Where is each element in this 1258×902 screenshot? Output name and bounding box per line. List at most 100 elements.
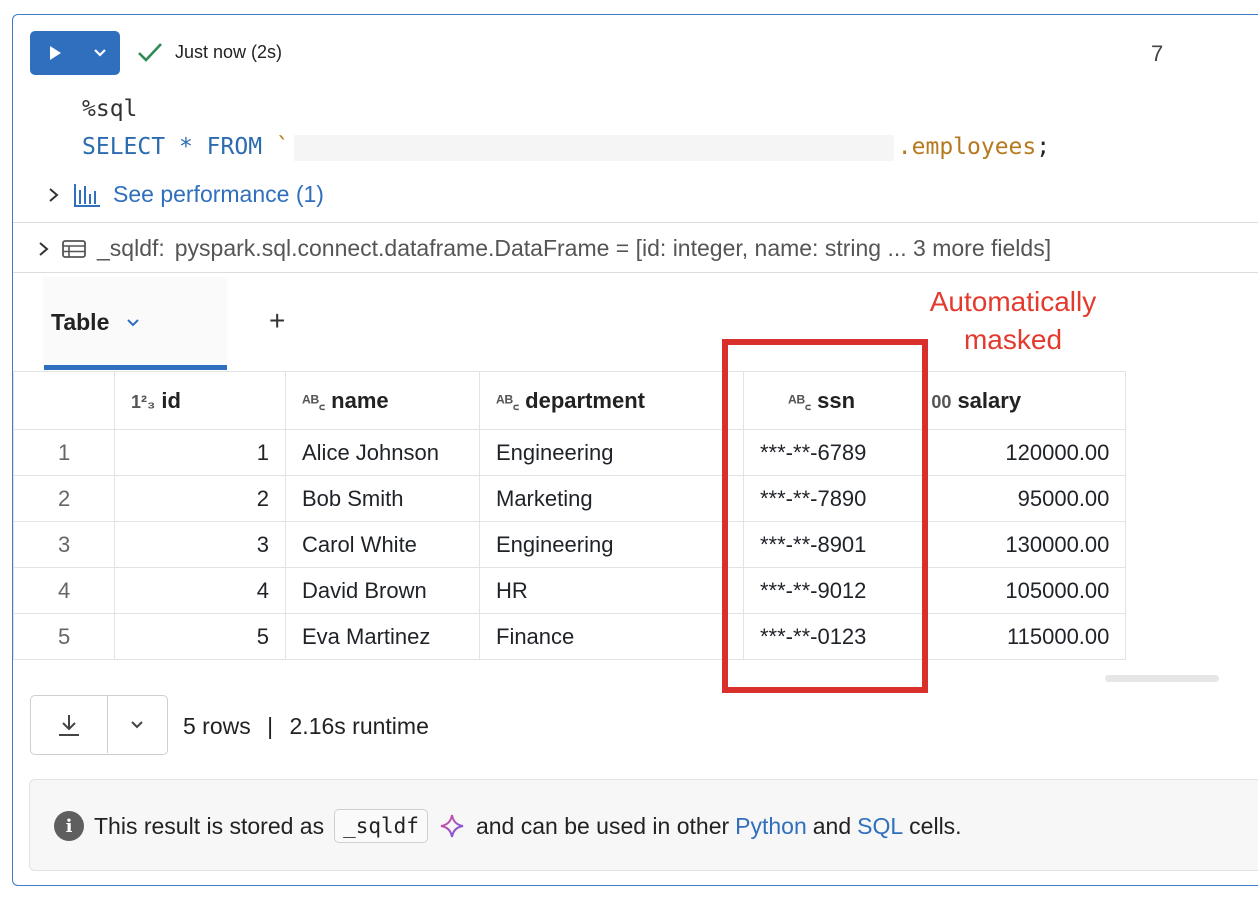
column-label: id (161, 387, 181, 413)
sqldf-chip: _sqldf (334, 809, 428, 843)
code-line-magic[interactable]: %sql (82, 96, 137, 122)
cell-salary[interactable]: 105000.00 (926, 567, 1127, 614)
play-icon (50, 46, 61, 60)
from-keyword: FROM (206, 134, 263, 160)
annotation-line-1: Automatically (929, 286, 1097, 317)
integer-type-icon: 1²₃ (131, 391, 156, 412)
decimal-type-icon: 00 (931, 391, 952, 412)
see-performance-link[interactable]: See performance (1) (47, 181, 324, 208)
info-text-and: and (812, 812, 852, 839)
download-icon (59, 714, 79, 736)
cell-salary[interactable]: 120000.00 (926, 429, 1127, 476)
tab-table-label-row: Table (51, 309, 141, 336)
row-number: 1 (13, 429, 115, 476)
cell-number: 7 (1151, 41, 1164, 66)
chevron-down-icon (131, 720, 143, 728)
cell-name[interactable]: David Brown (285, 567, 480, 614)
backtick-token: ` (275, 134, 290, 160)
row-number: 3 (13, 521, 115, 568)
horizontal-scrollbar[interactable] (1105, 675, 1219, 682)
runtime: 2.16s runtime (289, 713, 429, 739)
cell-salary[interactable]: 115000.00 (926, 613, 1127, 660)
dataframe-var: _sqldf: (97, 235, 165, 261)
column-header-id[interactable]: 1²₃ id (114, 371, 286, 430)
table-row: 5 5 Eva Martinez Finance ***-**-0123 115… (13, 613, 1127, 660)
table-header-row: 1²₃ id ᴬᴮ꜀ name ᴬᴮ꜀ department ᴬᴮ꜀ ssn 00 sal… (13, 371, 1127, 430)
chevron-right-icon (49, 187, 59, 202)
row-count: 5 rows (183, 713, 251, 739)
row-number: 4 (13, 567, 115, 614)
dataframe-schema-row[interactable]: _sqldf: pyspark.sql.connect.dataframe.Da… (37, 235, 1051, 262)
row-number: 5 (13, 613, 115, 660)
column-header-name[interactable]: ᴬᴮ꜀ name (285, 371, 480, 430)
add-visualization-button[interactable]: + (269, 305, 285, 337)
chevron-down-icon[interactable] (125, 315, 141, 331)
cell-name[interactable]: Alice Johnson (285, 429, 480, 476)
cell-name[interactable]: Eva Martinez (285, 613, 480, 660)
column-header-department[interactable]: ᴬᴮ꜀ department (479, 371, 744, 430)
column-label: department (525, 387, 645, 413)
tab-table-label: Table (51, 309, 110, 335)
cell-name[interactable]: Carol White (285, 521, 480, 568)
check-icon (138, 43, 162, 62)
star-token: * (178, 134, 193, 160)
code-line-query[interactable]: SELECT * FROM ` .employees; (82, 134, 1050, 161)
dataframe-schema: pyspark.sql.connect.dataframe.DataFrame … (174, 235, 1052, 261)
run-button-group (30, 31, 120, 75)
table-name-token: .employees (897, 134, 1037, 160)
python-link[interactable]: Python (735, 813, 807, 840)
result-info-banner: i This result is stored as _sqldf and ca… (29, 779, 1258, 871)
table-row: 4 4 David Brown HR ***-**-9012 105000.00 (13, 567, 1127, 614)
divider (13, 272, 1258, 273)
result-summary: 5 rows | 2.16s runtime (183, 713, 429, 740)
cell-name[interactable]: Bob Smith (285, 475, 480, 522)
column-label: salary (957, 387, 1022, 413)
cell-salary[interactable]: 95000.00 (926, 475, 1127, 522)
cell-department[interactable]: Engineering (479, 429, 744, 476)
cell-id[interactable]: 4 (114, 567, 286, 614)
cell-salary[interactable]: 130000.00 (926, 521, 1127, 568)
row-number-header (13, 371, 115, 430)
chevron-down-icon (94, 49, 106, 57)
table-row: 3 3 Carol White Engineering ***-**-8901 … (13, 521, 1127, 568)
cell-id[interactable]: 5 (114, 613, 286, 660)
run-status: Just now (2s) (137, 41, 282, 63)
run-options-dropdown[interactable] (80, 31, 120, 75)
active-tab-indicator (44, 365, 227, 370)
run-status-text: Just now (2s) (175, 41, 283, 62)
divider (13, 222, 1258, 223)
cell-id[interactable]: 2 (114, 475, 286, 522)
download-options-dropdown[interactable] (108, 696, 166, 753)
cell-department[interactable]: Finance (479, 613, 744, 660)
run-button[interactable] (30, 31, 80, 75)
semicolon-token: ; (1036, 134, 1051, 160)
notebook-cell: Just now (2s) 7 %sql SELECT * FROM ` .emp… (12, 14, 1258, 886)
download-button[interactable] (31, 696, 108, 753)
bar-chart-icon (74, 183, 100, 207)
summary-separator: | (267, 713, 274, 739)
cell-department[interactable]: Engineering (479, 521, 744, 568)
cell-department[interactable]: Marketing (479, 475, 744, 522)
chevron-right-icon (39, 241, 49, 256)
column-label: name (331, 387, 389, 413)
table-row: 2 2 Bob Smith Marketing ***-**-7890 9500… (13, 475, 1127, 522)
cell-id[interactable]: 1 (114, 429, 286, 476)
cell-department[interactable]: HR (479, 567, 744, 614)
string-type-icon: ᴬᴮ꜀ (302, 391, 326, 412)
results-table: 1²₃ id ᴬᴮ꜀ name ᴬᴮ꜀ department ᴬᴮ꜀ ssn 00 sal… (13, 371, 1127, 660)
table-icon (62, 239, 86, 258)
info-row: i This result is stored as _sqldf and ca… (54, 809, 962, 843)
info-text-mid: and can be used in other (475, 812, 730, 839)
cell-id[interactable]: 3 (114, 521, 286, 568)
select-keyword: SELECT (82, 134, 166, 160)
string-type-icon: ᴬᴮ꜀ (496, 391, 520, 412)
info-text-post: cells. (909, 812, 962, 839)
column-header-salary[interactable]: 00 salary (926, 371, 1127, 430)
masked-column-highlight (722, 339, 928, 693)
info-icon: i (54, 811, 84, 841)
see-performance-label: See performance (1) (113, 181, 324, 207)
info-text-pre: This result is stored as (94, 812, 325, 839)
sparkle-icon[interactable] (438, 812, 466, 840)
download-button-group (30, 695, 168, 755)
sql-link[interactable]: SQL (857, 813, 903, 840)
